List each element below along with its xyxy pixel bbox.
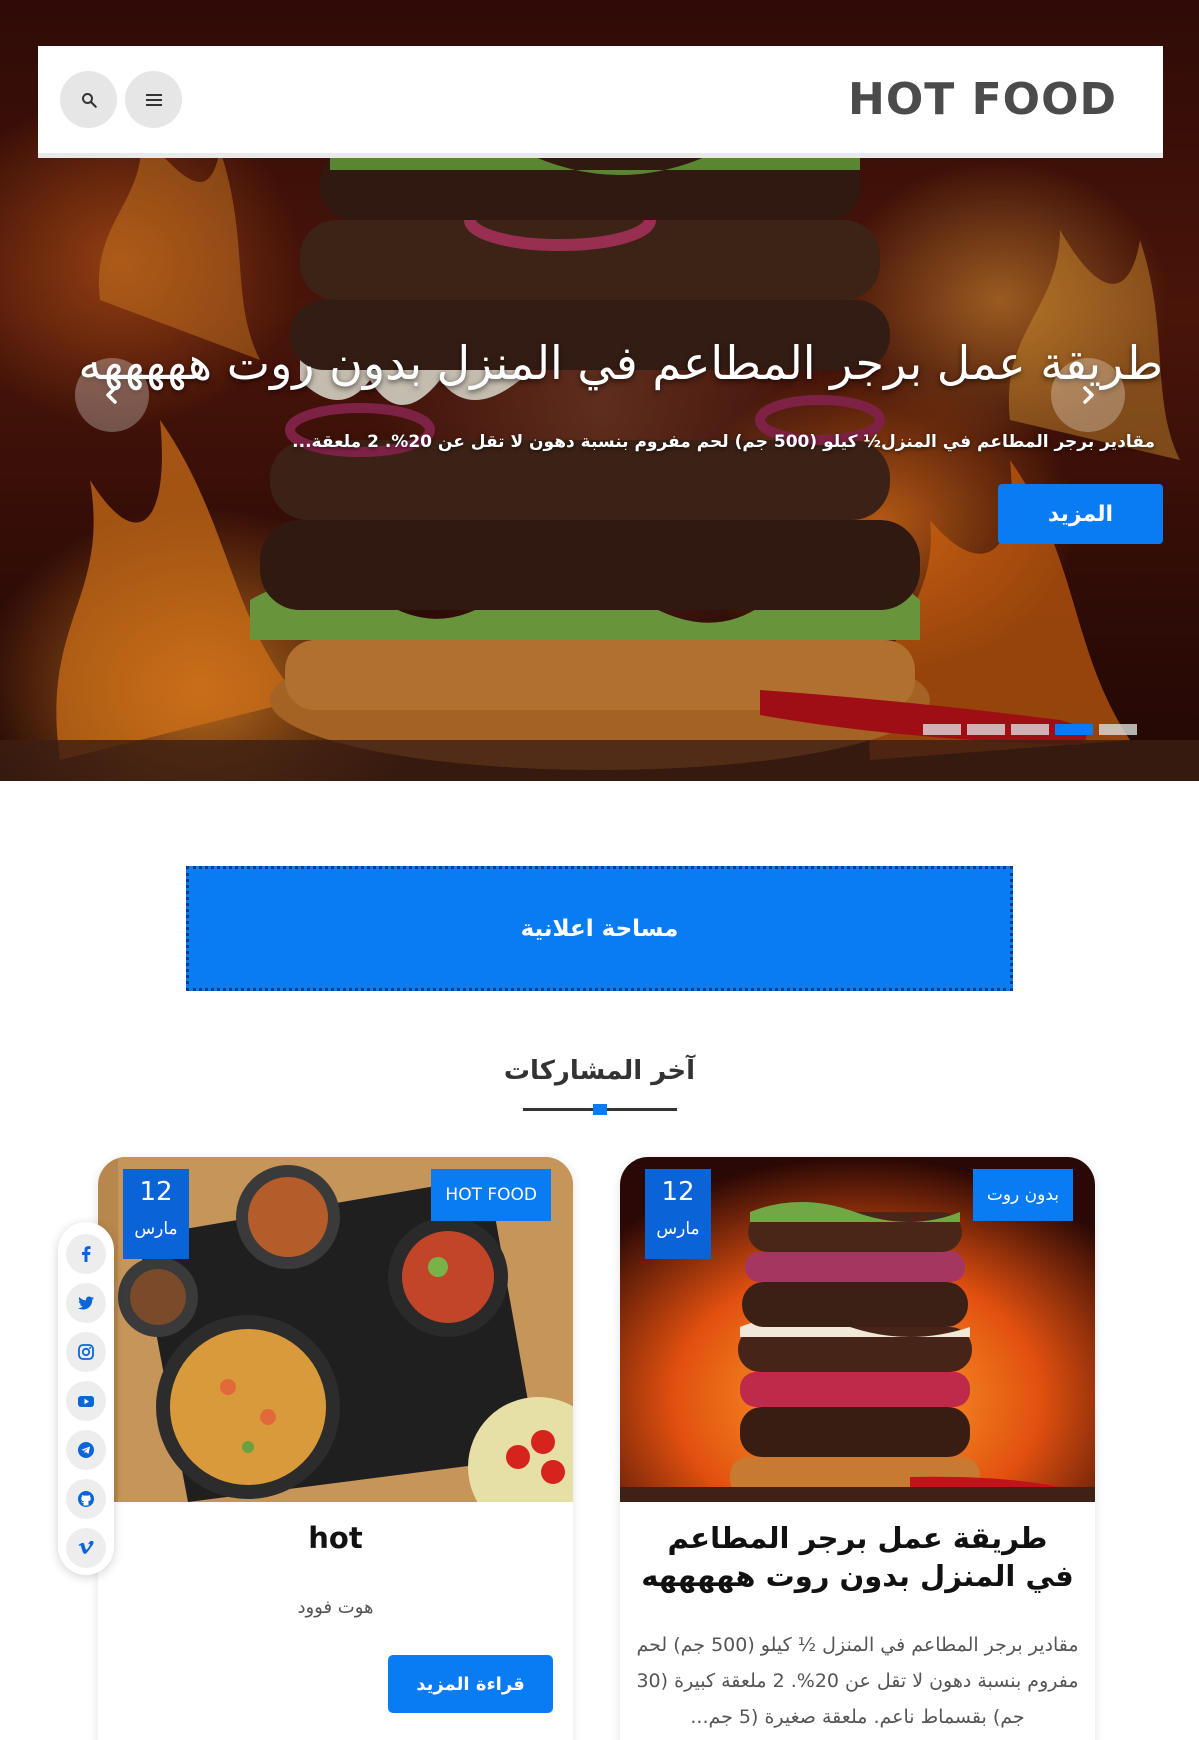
post-month: مارس	[656, 1219, 700, 1239]
slide-description: مقادير برجر المطاعم في المنزل½ كيلو (500…	[292, 432, 1155, 452]
post-title[interactable]: hot	[118, 1519, 553, 1557]
post-category-tag[interactable]: HOT FOOD	[431, 1169, 551, 1221]
menu-button[interactable]	[125, 71, 182, 128]
top-navbar: HOT FOOD	[38, 46, 1163, 158]
chevron-right-icon	[1083, 386, 1094, 404]
slide-more-button[interactable]: المزيد	[998, 484, 1163, 544]
nav-buttons	[60, 71, 182, 128]
post-date-badge: 12 مارس	[123, 1169, 189, 1259]
facebook-icon	[82, 1246, 91, 1262]
post-month: مارس	[134, 1219, 178, 1239]
section-divider-accent	[593, 1104, 607, 1115]
slider-dot[interactable]	[923, 724, 961, 735]
post-day: 12	[661, 1177, 695, 1207]
site-logo[interactable]: HOT FOOD	[848, 74, 1117, 125]
telegram-link[interactable]	[66, 1430, 106, 1470]
post-category-tag[interactable]: بدون روت	[972, 1169, 1073, 1221]
post-card: 12 مارس بدون روت طريقة عمل برجر المطاعم …	[620, 1157, 1095, 1740]
telegram-icon	[78, 1442, 94, 1458]
instagram-link[interactable]	[66, 1332, 106, 1372]
github-icon	[78, 1491, 94, 1507]
post-card: 12 مارس HOT FOOD hot هوت فوود قراءة المز…	[98, 1157, 573, 1740]
chevron-left-icon	[106, 386, 117, 404]
post-date-badge: 12 مارس	[645, 1169, 711, 1259]
slider-dot-active[interactable]	[1055, 724, 1093, 735]
section-title: آخر المشاركات	[503, 1056, 696, 1086]
instagram-icon	[78, 1344, 94, 1360]
slider-next-button[interactable]	[1051, 358, 1125, 432]
menu-icon	[145, 93, 162, 106]
search-button[interactable]	[60, 71, 117, 128]
slide-title[interactable]: طريقة عمل برجر المطاعم في المنزل بدون رو…	[78, 336, 1163, 390]
post-title[interactable]: طريقة عمل برجر المطاعم في المنزل بدون رو…	[640, 1519, 1075, 1595]
slider-prev-button[interactable]	[75, 358, 149, 432]
read-more-button[interactable]: قراءة المزيد	[388, 1655, 553, 1713]
youtube-link[interactable]	[66, 1381, 106, 1421]
github-link[interactable]	[66, 1479, 106, 1519]
hero-slider: HOT FOOD طريقة عمل برجر المطاعم في المنز…	[0, 0, 1199, 781]
vimeo-link[interactable]	[66, 1528, 106, 1568]
post-excerpt: مقادير برجر المطاعم في المنزل ½ كيلو (50…	[636, 1634, 1079, 1728]
slider-dot[interactable]	[967, 724, 1005, 735]
twitter-icon	[78, 1296, 94, 1310]
post-day: 12	[139, 1177, 173, 1207]
slider-dot[interactable]	[1011, 724, 1049, 735]
post-excerpt: هوت فوود	[297, 1597, 374, 1618]
slider-dot[interactable]	[1099, 724, 1137, 735]
search-icon	[81, 92, 97, 108]
slider-pagination	[923, 724, 1137, 735]
vimeo-icon	[78, 1540, 94, 1554]
facebook-link[interactable]	[66, 1234, 106, 1274]
social-sidebar	[58, 1222, 114, 1575]
ad-space[interactable]: مساحة اعلانية	[186, 866, 1013, 991]
youtube-icon	[78, 1396, 94, 1407]
twitter-link[interactable]	[66, 1283, 106, 1323]
